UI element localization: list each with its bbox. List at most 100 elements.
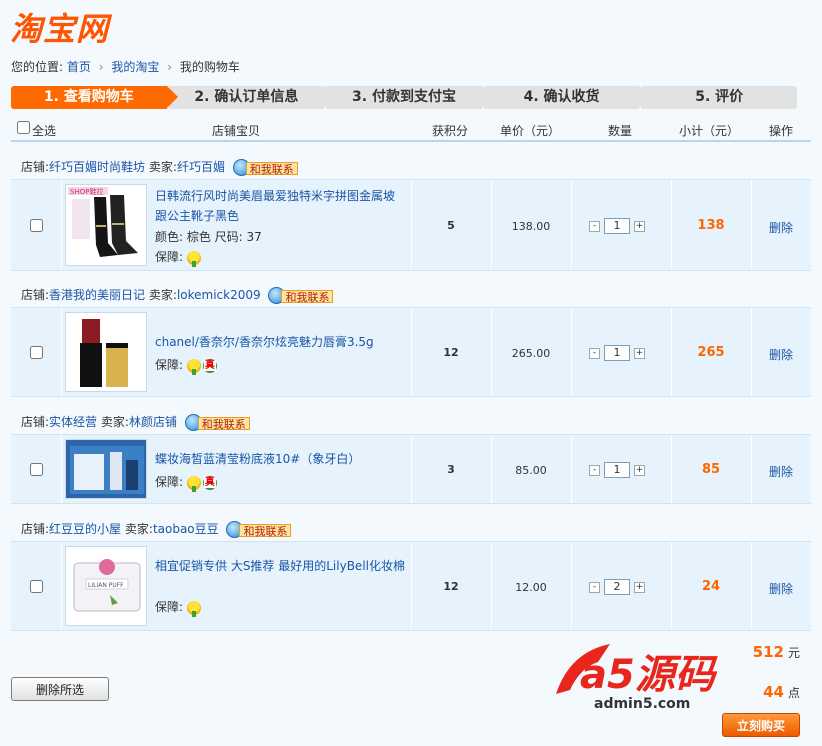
quantity-stepper: - 2 +: [589, 579, 645, 595]
contact-label: 和我联系: [245, 161, 298, 176]
header-quantity: 数量: [608, 124, 633, 138]
product-image-text: SHOP鞋拉: [70, 187, 103, 196]
breadcrumb-separator: ›: [98, 60, 104, 74]
product-image[interactable]: SHOP鞋拉: [65, 184, 147, 266]
product-image-text: LILIAN PUFF: [88, 582, 124, 589]
shop-link[interactable]: 纤巧百媚时尚鞋坊: [49, 160, 145, 174]
contact-seller-button[interactable]: 和我联系: [232, 158, 299, 177]
shop-label: 店铺:: [21, 160, 50, 174]
consumer-protection-icon[interactable]: [186, 600, 201, 617]
product-title-link[interactable]: chanel/香奈尔/香奈尔炫亮魅力唇膏3.5g: [155, 332, 405, 352]
cart-item-row: SHOP鞋拉 日韩流行风时尚美眉最爱独特米字拼图金属坡跟公主靴子黑色 颜色: 棕…: [11, 179, 811, 271]
total-points: 44 点: [763, 683, 800, 701]
guarantee-label: 保障:: [155, 475, 184, 489]
seller-label: 卖家:: [100, 415, 129, 429]
guarantee: 保障: 真: [155, 356, 217, 375]
qty-input[interactable]: 1: [604, 345, 630, 361]
a5-watermark-logo: a5源码 admin5.com: [556, 644, 718, 712]
shop-link[interactable]: 实体经营: [49, 415, 97, 429]
product-image[interactable]: [65, 312, 147, 392]
buy-now-button[interactable]: 立刻购买: [722, 713, 800, 737]
consumer-protection-icon[interactable]: [186, 358, 201, 375]
step-confirm-receipt: 4. 确认收货: [483, 86, 650, 109]
product-image[interactable]: LILIAN PUFF: [65, 546, 147, 626]
consumer-protection-icon[interactable]: [186, 475, 201, 492]
product-attributes: 颜色: 棕色 尺码: 37: [155, 230, 262, 244]
item-unit-price: 265.00: [511, 347, 551, 360]
total-price-unit: 元: [787, 646, 800, 660]
contact-seller-button[interactable]: 和我联系: [226, 520, 292, 539]
contact-seller-button[interactable]: 和我联系: [268, 286, 334, 305]
shop-link[interactable]: 红豆豆的小屋: [49, 522, 121, 536]
taobao-logo[interactable]: 淘宝网: [10, 4, 109, 50]
contact-label: 和我联系: [281, 289, 334, 304]
product-title-link[interactable]: 相宜促销专供 大S推荐 最好用的LilyBell化妆棉: [155, 556, 411, 576]
guarantee: 保障: 真: [155, 473, 217, 492]
cart-item-row: 蝶妆海皙蓝清莹粉底液10#（象牙白） 保障: 真 3 85.00 - 1 + 8…: [11, 434, 811, 504]
qty-plus-button[interactable]: +: [634, 581, 645, 593]
step-confirm-order: 2. 确认订单信息: [168, 86, 335, 109]
qty-plus-button[interactable]: +: [634, 220, 645, 232]
item-unit-price: 85.00: [515, 464, 547, 477]
seller-link[interactable]: 纤巧百媚: [177, 160, 225, 174]
contact-seller-button[interactable]: 和我联系: [184, 413, 251, 432]
qty-plus-button[interactable]: +: [634, 347, 645, 359]
qty-plus-button[interactable]: +: [634, 464, 645, 476]
cart-item-row: LILIAN PUFF 相宜促销专供 大S推荐 最好用的LilyBell化妆棉 …: [11, 541, 811, 631]
guarantee-label: 保障:: [155, 250, 184, 264]
contact-label: 和我联系: [197, 416, 250, 431]
item-checkbox[interactable]: [30, 463, 43, 476]
qty-input[interactable]: 1: [604, 462, 630, 478]
product-title-link[interactable]: 日韩流行风时尚美眉最爱独特米字拼图金属坡跟公主靴子黑色: [155, 186, 405, 226]
qty-minus-button[interactable]: -: [589, 347, 600, 359]
cart-table-header: 全选 店铺宝贝 获积分 单价（元） 数量 小计（元） 操作: [11, 118, 811, 142]
contact-label: 和我联系: [239, 523, 292, 538]
step-pay-alipay: 3. 付款到支付宝: [326, 86, 493, 109]
delete-item-link[interactable]: 删除: [759, 346, 803, 363]
breadcrumb-separator: ›: [167, 60, 173, 74]
item-unit-price: 12.00: [515, 581, 547, 594]
step-review: 5. 评价: [641, 86, 797, 109]
item-checkbox[interactable]: [30, 219, 43, 232]
seller-label: 卖家:: [124, 522, 153, 536]
item-checkbox[interactable]: [30, 346, 43, 359]
cart-item-row: chanel/香奈尔/香奈尔炫亮魅力唇膏3.5g 保障: 真 12 265.00…: [11, 307, 811, 397]
shop-line: 店铺:香港我的美丽日记 卖家:lokemick2009 和我联系: [11, 285, 811, 305]
qty-minus-button[interactable]: -: [589, 581, 600, 593]
qty-input[interactable]: 1: [604, 218, 630, 234]
item-subtotal: 138: [697, 218, 725, 233]
seller-link[interactable]: lokemick2009: [177, 288, 261, 302]
seller-link[interactable]: 林颜店铺: [129, 415, 177, 429]
item-points: 3: [447, 463, 455, 476]
header-subtotal: 小计（元）: [679, 124, 740, 138]
item-checkbox[interactable]: [30, 580, 43, 593]
total-price-value: 512: [752, 643, 784, 661]
delete-selected-button[interactable]: 删除所选: [11, 677, 109, 701]
delete-item-link[interactable]: 删除: [759, 580, 803, 597]
qty-minus-button[interactable]: -: [589, 220, 600, 232]
total-points-value: 44: [763, 683, 784, 701]
breadcrumb-my-taobao[interactable]: 我的淘宝: [111, 60, 159, 74]
guarantee-label: 保障:: [155, 358, 184, 372]
authentic-guarantee-icon[interactable]: 真: [202, 358, 217, 373]
product-title-link[interactable]: 蝶妆海皙蓝清莹粉底液10#（象牙白）: [155, 449, 405, 469]
consumer-protection-icon[interactable]: [186, 250, 201, 267]
item-subtotal: 24: [701, 579, 721, 594]
step-view-cart: 1. 查看购物车: [11, 86, 178, 109]
delete-item-link[interactable]: 删除: [759, 463, 803, 480]
authentic-guarantee-icon[interactable]: 真: [202, 475, 217, 490]
seller-link[interactable]: taobao豆豆: [153, 522, 219, 536]
product-image[interactable]: [65, 439, 147, 499]
shop-link[interactable]: 香港我的美丽日记: [49, 288, 145, 302]
delete-item-link[interactable]: 删除: [759, 219, 803, 236]
qty-input[interactable]: 2: [604, 579, 630, 595]
watermark-brand: a5源码: [580, 652, 718, 698]
shop-label: 店铺:: [21, 415, 50, 429]
select-all-label[interactable]: 全选: [32, 122, 56, 139]
seller-label: 卖家:: [148, 288, 177, 302]
total-price: 512 元: [753, 643, 800, 661]
item-points: 12: [443, 346, 459, 359]
qty-minus-button[interactable]: -: [589, 464, 600, 476]
breadcrumb-home[interactable]: 首页: [67, 60, 91, 74]
select-all-checkbox[interactable]: [17, 121, 30, 134]
